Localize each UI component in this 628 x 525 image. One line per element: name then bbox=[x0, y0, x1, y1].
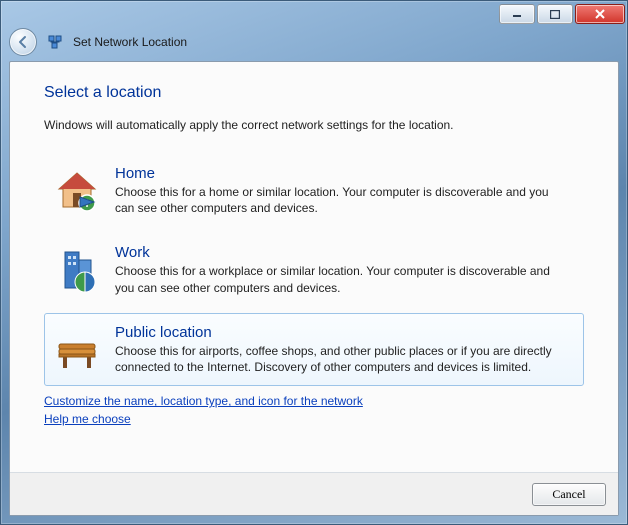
intro-text: Windows will automatically apply the cor… bbox=[44, 118, 584, 132]
maximize-icon bbox=[550, 10, 560, 19]
option-home[interactable]: Home Choose this for a home or similar l… bbox=[44, 154, 584, 227]
network-location-icon bbox=[47, 34, 63, 50]
option-work[interactable]: Work Choose this for a workplace or simi… bbox=[44, 233, 584, 306]
minimize-button[interactable] bbox=[499, 4, 535, 24]
client-area: Select a location Windows will automatic… bbox=[9, 61, 619, 516]
footer: Cancel bbox=[10, 472, 618, 515]
window-frame: Set Network Location Select a location W… bbox=[0, 0, 628, 525]
public-icon bbox=[53, 326, 101, 374]
option-work-desc: Choose this for a workplace or similar l… bbox=[115, 263, 571, 295]
back-button[interactable] bbox=[9, 28, 37, 56]
close-button[interactable] bbox=[575, 4, 625, 24]
window-title: Set Network Location bbox=[73, 35, 187, 49]
link-help[interactable]: Help me choose bbox=[44, 412, 131, 426]
maximize-button[interactable] bbox=[537, 4, 573, 24]
titlebar bbox=[1, 1, 627, 27]
link-customize[interactable]: Customize the name, location type, and i… bbox=[44, 394, 363, 408]
home-icon bbox=[53, 167, 101, 215]
option-public-title: Public location bbox=[115, 324, 571, 341]
cancel-button[interactable]: Cancel bbox=[532, 483, 606, 506]
option-home-desc: Choose this for a home or similar locati… bbox=[115, 184, 571, 216]
option-public[interactable]: Public location Choose this for airports… bbox=[44, 313, 584, 386]
links: Customize the name, location type, and i… bbox=[44, 394, 584, 430]
option-home-title: Home bbox=[115, 165, 571, 182]
back-arrow-icon bbox=[16, 35, 30, 49]
close-icon bbox=[594, 9, 606, 19]
content-area: Select a location Windows will automatic… bbox=[10, 62, 618, 472]
minimize-icon bbox=[512, 10, 522, 18]
nav-band: Set Network Location bbox=[1, 27, 627, 57]
option-public-desc: Choose this for airports, coffee shops, … bbox=[115, 343, 571, 375]
work-icon bbox=[53, 246, 101, 294]
page-heading: Select a location bbox=[44, 84, 584, 102]
option-work-title: Work bbox=[115, 244, 571, 261]
